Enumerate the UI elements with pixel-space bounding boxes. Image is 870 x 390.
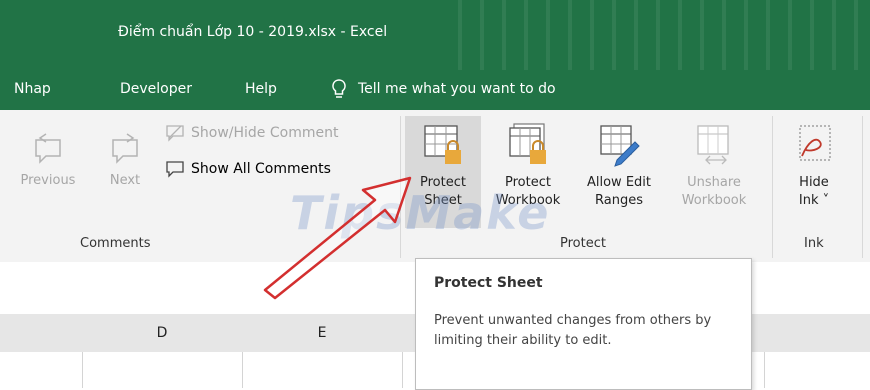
group-divider [862,116,863,258]
red-arrow-annotation [263,176,412,300]
ink-group-label: Ink [804,236,824,251]
unshare-workbook-button[interactable]: Unshare Workbook [668,122,760,210]
allow-edit-ranges-button[interactable]: Allow Edit Ranges [574,122,664,210]
allow-edit-ranges-icon [600,125,640,167]
protect-sheet-icon [424,125,461,164]
protect-sheet-tooltip: Protect Sheet Prevent unwanted changes f… [415,258,752,390]
hide-ink-icon [799,125,831,161]
next-comment-button[interactable]: Next [100,132,150,190]
ribbon-tabs: Nhap Developer Help Tell me what you wan… [0,70,870,110]
column-header-g[interactable] [764,314,870,353]
show-hide-comment-label: Show/Hide Comment [191,125,339,141]
tell-me-box[interactable]: Tell me what you want to do [330,78,556,100]
grid-line [402,352,403,388]
column-header-e[interactable]: E [242,314,403,353]
protect-group-label: Protect [560,236,606,251]
grid-line [764,352,765,388]
hide-ink-label-1: Hide [799,175,829,190]
tab-help[interactable]: Help [245,81,277,97]
column-header-d[interactable]: D [82,314,243,353]
previous-comment-button[interactable]: Previous [18,132,78,190]
previous-comment-icon [35,133,61,164]
hide-ink-button[interactable]: Hide Ink ˅ [784,122,844,210]
previous-label: Previous [20,173,76,188]
comment-icon [166,161,184,178]
next-comment-icon [112,133,138,164]
tooltip-title: Protect Sheet [434,275,543,291]
title-bar-pattern [440,0,870,70]
tell-me-text: Tell me what you want to do [358,81,556,97]
tooltip-body: Prevent unwanted changes from others by … [434,313,712,348]
comments-group-label: Comments [80,236,151,251]
column-header-blank[interactable] [0,314,83,353]
allow-edit-ranges-label-2: Ranges [595,193,643,208]
show-hide-comment-button[interactable]: Show/Hide Comment [165,124,338,142]
title-bar: Điểm chuẩn Lớp 10 - 2019.xlsx - Excel [0,0,870,70]
allow-edit-ranges-label-1: Allow Edit [586,175,651,190]
window-title: Điểm chuẩn Lớp 10 - 2019.xlsx - Excel [118,24,388,40]
tab-developer[interactable]: Developer [120,81,192,97]
hide-ink-label-2: Ink ˅ [798,193,830,208]
grid-line [82,352,83,388]
next-label: Next [109,173,141,188]
unshare-workbook-icon [697,125,729,165]
lightbulb-icon [332,79,346,98]
show-hide-comment-icon [166,125,184,142]
tab-nhap[interactable]: Nhap [14,81,51,97]
group-divider [772,116,773,258]
protect-workbook-icon [509,123,546,164]
unshare-workbook-label-2: Workbook [681,193,747,208]
unshare-workbook-label-1: Unshare [687,175,741,190]
grid-line [242,352,243,388]
